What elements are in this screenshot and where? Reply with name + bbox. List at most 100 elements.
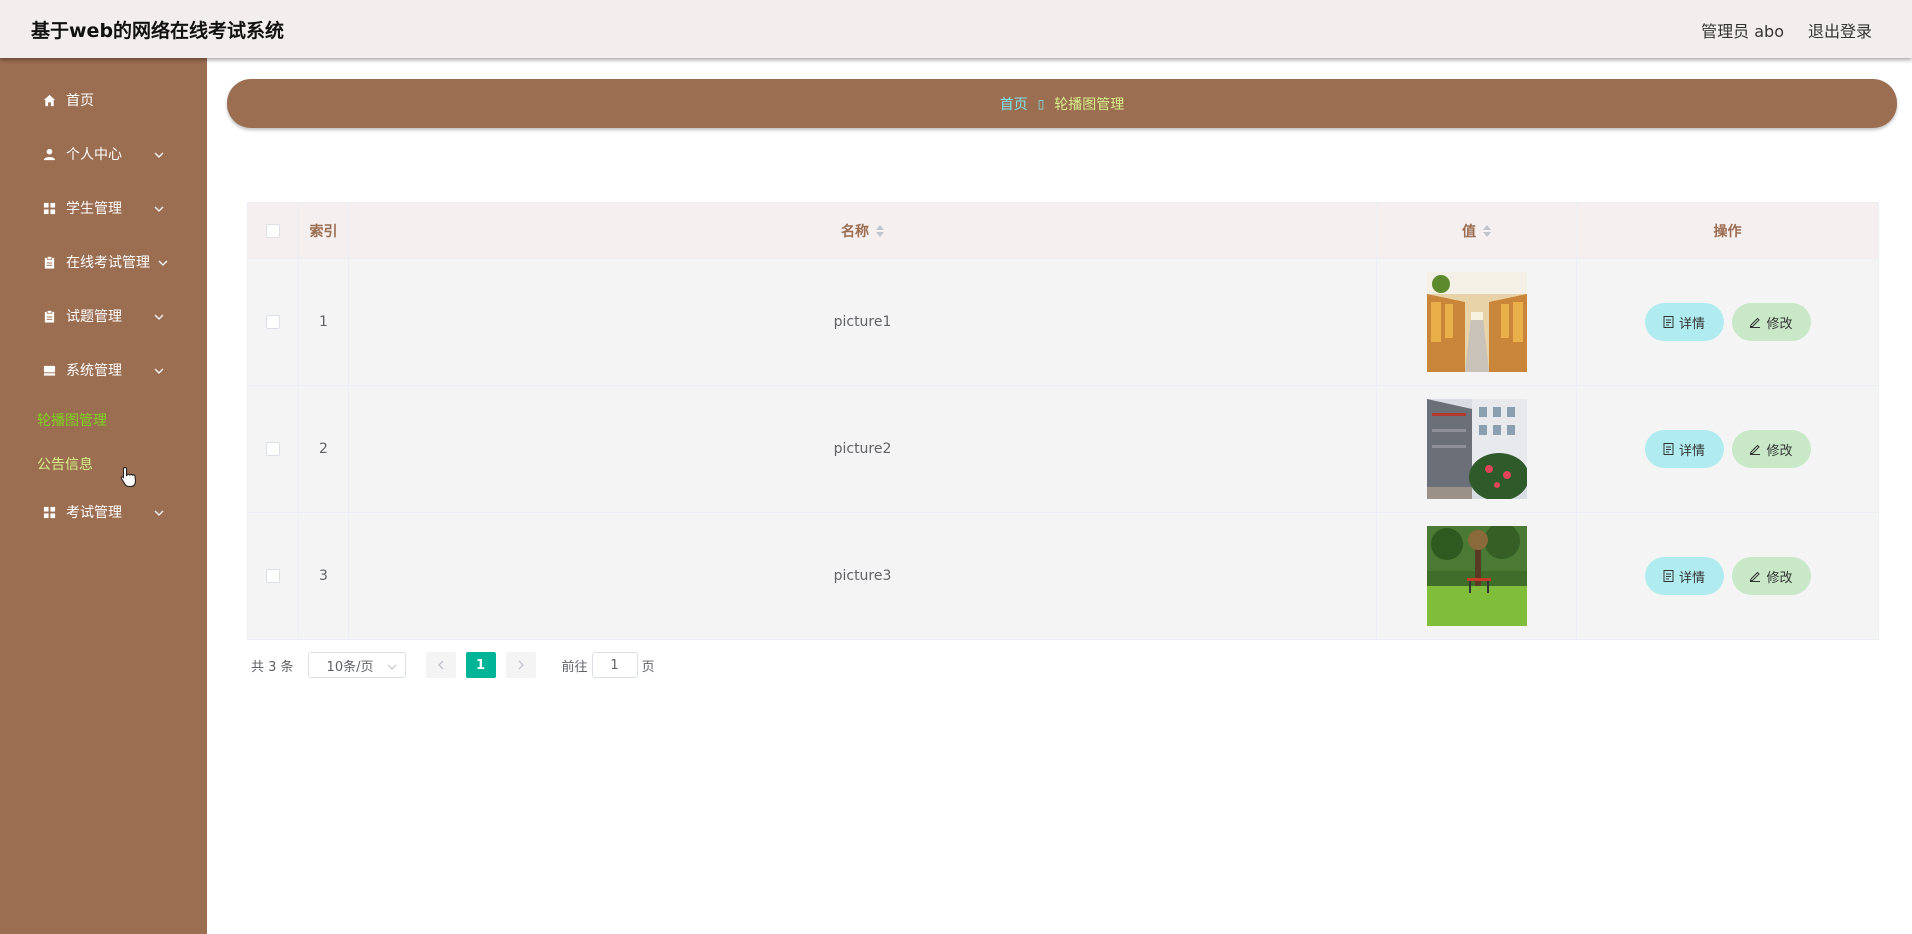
document-icon xyxy=(1663,570,1674,582)
breadcrumb-home-link[interactable]: 首页 xyxy=(1000,94,1028,114)
row-ops: 详情 修改 xyxy=(1577,386,1878,512)
chevron-down-icon xyxy=(387,660,397,675)
edit-button[interactable]: 修改 xyxy=(1731,557,1811,595)
row-ops: 详情 修改 xyxy=(1577,513,1878,639)
header-actions: 管理员 abo 退出登录 xyxy=(1701,18,1872,42)
prev-page-button[interactable] xyxy=(425,652,456,678)
row-checkbox[interactable] xyxy=(266,315,280,329)
detail-button-label: 详情 xyxy=(1678,570,1705,586)
detail-button[interactable]: 详情 xyxy=(1644,430,1724,468)
row-checkbox[interactable] xyxy=(266,442,280,456)
subitem-label: 公告信息 xyxy=(37,457,93,473)
sidebar-item-label: 学生管理 xyxy=(66,201,122,217)
sort-icon[interactable] xyxy=(1483,224,1491,237)
carousel-image-thumbnail[interactable] xyxy=(1426,272,1527,372)
table-row: 1 picture1 详情 修改 xyxy=(248,259,1878,386)
header-name-label: 名称 xyxy=(841,223,869,240)
header-index: 索引 xyxy=(299,203,349,258)
detail-button[interactable]: 详情 xyxy=(1644,557,1724,595)
table-row: 2 picture2 详情 修改 xyxy=(248,386,1878,513)
edit-pen-icon xyxy=(1750,444,1761,455)
sidebar-item-label: 个人中心 xyxy=(66,147,122,163)
page-size-select[interactable]: 10条/页 xyxy=(307,652,406,678)
row-name: picture2 xyxy=(349,386,1377,512)
edit-button-label: 修改 xyxy=(1766,570,1793,586)
row-name: picture3 xyxy=(349,513,1377,639)
next-page-button[interactable] xyxy=(505,652,536,678)
table-row: 3 picture3 详情 修改 xyxy=(248,513,1878,640)
mouse-cursor-icon xyxy=(120,466,138,492)
goto-page: 前往 页 xyxy=(562,652,655,678)
sidebar-item-label: 首页 xyxy=(66,93,94,109)
sidebar-subitem-announcements[interactable]: 公告信息 xyxy=(37,454,93,474)
detail-button-label: 详情 xyxy=(1678,316,1705,332)
page-number-button[interactable]: 1 xyxy=(465,652,496,678)
pagination: 共 3 条 10条/页 1 前往 页 xyxy=(251,652,655,678)
sidebar-item-online-exam-management[interactable]: 在线考试管理 xyxy=(0,242,207,282)
sidebar-item-personal-center[interactable]: 个人中心 xyxy=(0,134,207,174)
sidebar-item-exam-management[interactable]: 考试管理 xyxy=(0,492,207,532)
chevron-left-icon xyxy=(437,660,444,670)
edit-button[interactable]: 修改 xyxy=(1731,430,1811,468)
header-name[interactable]: 名称 xyxy=(349,203,1377,258)
sidebar-subitem-carousel-management[interactable]: 轮播图管理 xyxy=(37,410,107,430)
app-title: 基于web的网络在线考试系统 xyxy=(31,20,285,42)
document-icon xyxy=(1663,443,1674,455)
detail-button[interactable]: 详情 xyxy=(1644,303,1724,341)
row-check-cell xyxy=(248,386,299,512)
sort-icon[interactable] xyxy=(876,224,884,237)
row-index: 1 xyxy=(299,259,349,385)
sidebar-item-question-management[interactable]: 试题管理 xyxy=(0,296,207,336)
chevron-down-icon xyxy=(154,201,164,217)
subitem-label: 轮播图管理 xyxy=(37,413,107,429)
row-value-cell xyxy=(1377,386,1577,512)
document-icon xyxy=(1663,316,1674,328)
sidebar-item-student-management[interactable]: 学生管理 xyxy=(0,188,207,228)
user-label[interactable]: 管理员 abo xyxy=(1701,18,1784,42)
sidebar-item-label: 系统管理 xyxy=(66,363,122,379)
header-ops: 操作 xyxy=(1713,223,1742,240)
home-icon xyxy=(42,93,56,107)
chevron-down-icon xyxy=(154,505,164,521)
sidebar-item-system-management[interactable]: 系统管理 xyxy=(0,350,207,390)
edit-pen-icon xyxy=(1750,571,1761,582)
breadcrumb-current: 轮播图管理 xyxy=(1054,96,1125,113)
row-check-cell xyxy=(248,259,299,385)
chevron-down-icon xyxy=(154,309,164,325)
sidebar-item-label: 在线考试管理 xyxy=(66,255,150,271)
goto-prefix: 前往 xyxy=(561,659,588,675)
row-ops: 详情 修改 xyxy=(1577,259,1878,385)
clipboard-icon xyxy=(42,309,56,323)
chevron-down-icon xyxy=(154,363,164,379)
carousel-image-thumbnail[interactable] xyxy=(1426,399,1527,499)
goto-suffix: 页 xyxy=(641,659,655,675)
header-value[interactable]: 值 xyxy=(1377,203,1577,258)
edit-button[interactable]: 修改 xyxy=(1731,303,1811,341)
row-checkbox[interactable] xyxy=(266,569,280,583)
chevron-down-icon xyxy=(154,147,164,163)
chevron-down-icon xyxy=(158,255,168,271)
edit-pen-icon xyxy=(1750,317,1761,328)
header-value-label: 值 xyxy=(1462,223,1476,240)
sidebar-item-home[interactable]: 首页 xyxy=(0,80,207,120)
grid-icon xyxy=(42,201,56,215)
logout-button[interactable]: 退出登录 xyxy=(1808,18,1872,42)
top-header: 基于web的网络在线考试系统 管理员 abo 退出登录 xyxy=(0,0,1912,58)
edit-button-label: 修改 xyxy=(1766,316,1793,332)
clipboard-icon xyxy=(42,255,56,269)
carousel-table: 索引 名称 值 操作 1 picture1 详情 修改 2 picture2 详… xyxy=(247,202,1879,640)
detail-button-label: 详情 xyxy=(1678,443,1705,459)
breadcrumb-separator-icon: ▯ xyxy=(1037,96,1045,111)
select-all-checkbox[interactable] xyxy=(266,223,280,238)
row-name: picture1 xyxy=(349,259,1377,385)
header-select-all-cell xyxy=(248,203,299,258)
chevron-right-icon xyxy=(518,660,524,670)
table-header: 索引 名称 值 操作 xyxy=(248,203,1878,259)
breadcrumb: 首页 ▯ 轮播图管理 xyxy=(227,79,1897,128)
sidebar-item-label: 考试管理 xyxy=(66,505,122,521)
goto-page-input[interactable] xyxy=(591,652,638,678)
sidebar-item-label: 试题管理 xyxy=(66,309,122,325)
row-index: 2 xyxy=(299,386,349,512)
row-value-cell xyxy=(1377,513,1577,639)
carousel-image-thumbnail[interactable] xyxy=(1426,526,1527,626)
